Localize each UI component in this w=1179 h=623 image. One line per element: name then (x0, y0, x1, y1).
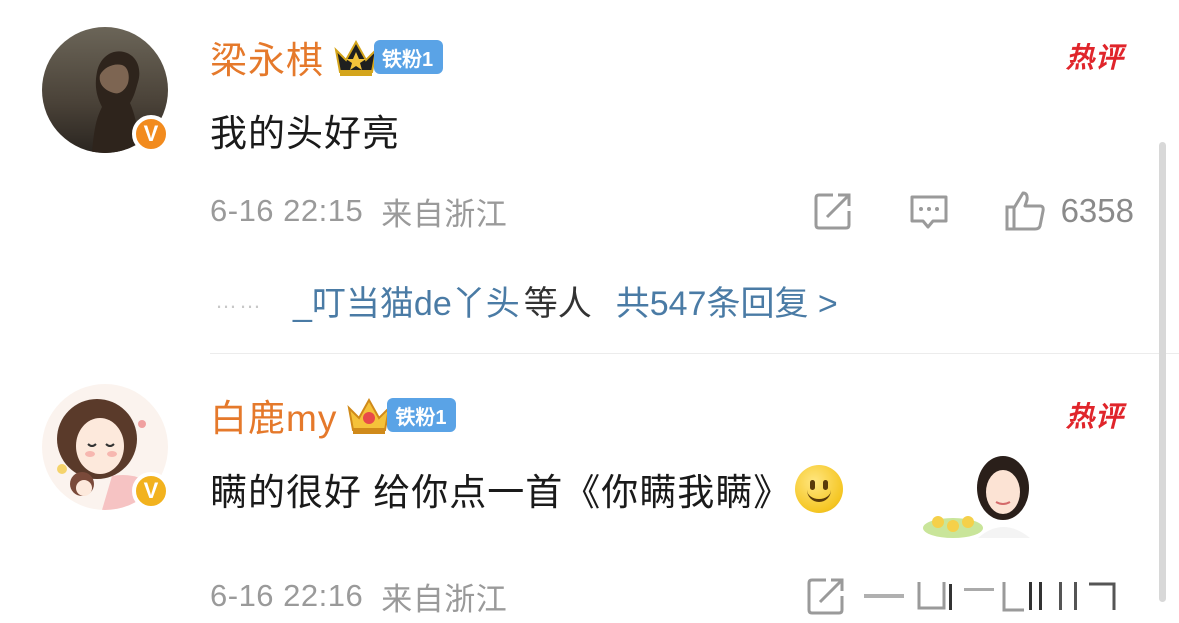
comment-item: V 梁永棋 铁粉1 热评 我的头好亮 6-16 22:15 来自浙江 6358 … (0, 0, 1179, 352)
scrollbar[interactable] (1159, 142, 1166, 602)
comment-text-row: 瞒的很好 给你点一首《你瞒我瞒》 (210, 462, 844, 516)
comment-text: 我的头好亮 (210, 113, 400, 154)
comment-text: 瞒的很好 给你点一首《你瞒我瞒》 (210, 472, 792, 513)
reply-count-link[interactable]: 共547条回复 > (616, 276, 838, 325)
comment-item: V 白鹿my 铁粉1 热评 瞒的很好 给你点一首《你瞒我瞒》 6-16 22:1… (0, 355, 1179, 623)
fan-badge: 铁粉1 (374, 40, 444, 74)
action-bar (752, 574, 1134, 618)
replies-summary[interactable]: …… _叮当猫de丫头 等人 共547条回复 > (215, 276, 838, 325)
username[interactable]: 白鹿my (210, 388, 337, 442)
repost-icon[interactable] (804, 574, 848, 618)
hot-comment-tag: 热评 (1065, 401, 1124, 432)
like-icon[interactable] (1003, 189, 1047, 233)
sticker-image[interactable] (908, 450, 1038, 538)
name-row: 梁永棋 铁粉1 (210, 30, 444, 84)
comment-time: 6-16 22:15 (210, 193, 364, 228)
verified-badge: V (132, 115, 170, 153)
action-bar: 6358 (759, 189, 1134, 233)
meta-row: 6-16 22:16 来自浙江 (210, 571, 1139, 621)
smile-emoji-icon (795, 465, 844, 513)
name-row: 白鹿my 铁粉1 (210, 388, 457, 442)
username[interactable]: 梁永棋 (210, 30, 324, 84)
comment-location: 来自浙江 (381, 196, 508, 232)
hot-comment-tag: 热评 (1065, 42, 1124, 73)
replier-suffix: 等人 (523, 285, 592, 323)
verified-badge: V (132, 472, 170, 510)
avatar[interactable]: V (42, 27, 170, 153)
replier-name[interactable]: _叮当猫de丫头 (293, 276, 520, 325)
comment-time: 6-16 22:16 (210, 578, 364, 613)
comment-icon[interactable] (907, 189, 951, 233)
meta-row: 6-16 22:15 来自浙江 6358 (210, 186, 1139, 236)
crown-icon (347, 397, 391, 434)
divider (210, 353, 1179, 354)
reply-dots: …… (215, 287, 263, 313)
repost-icon[interactable] (811, 189, 855, 233)
avatar[interactable]: V (42, 384, 170, 510)
like-count: 6358 (1060, 192, 1134, 229)
obscured-actions (864, 582, 1116, 612)
comment-location: 来自浙江 (381, 581, 508, 617)
crown-icon (334, 39, 378, 76)
fan-badge: 铁粉1 (387, 398, 457, 432)
